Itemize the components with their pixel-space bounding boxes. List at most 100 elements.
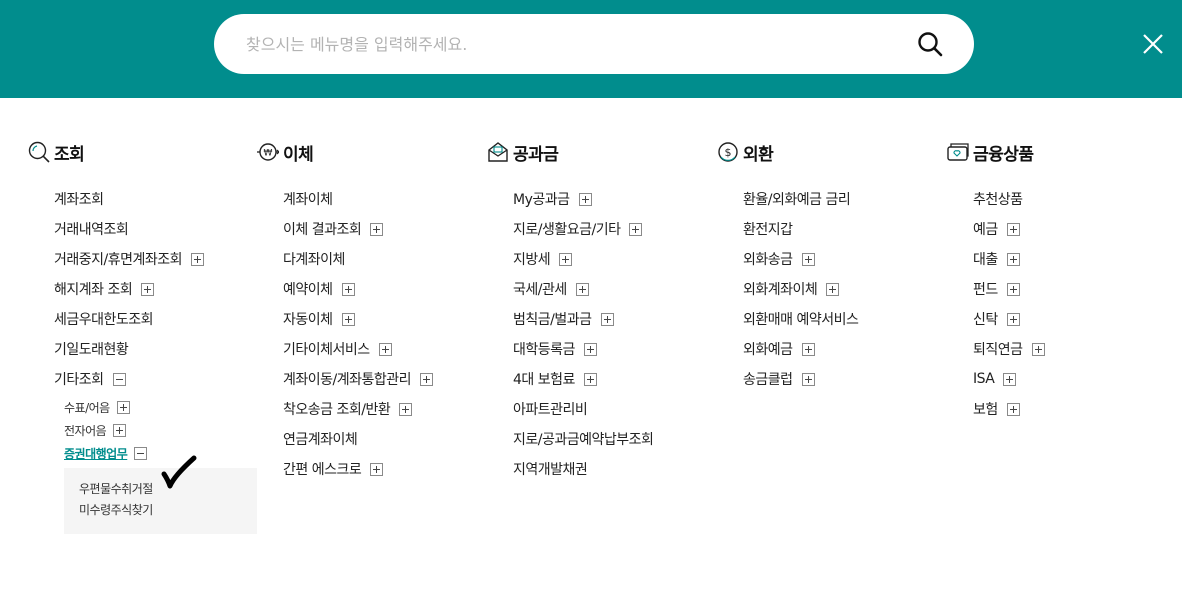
- column-title[interactable]: 외환: [743, 140, 774, 165]
- expand-icon[interactable]: [1003, 372, 1017, 386]
- submenu-item[interactable]: 수표/어음: [64, 396, 257, 419]
- expand-icon[interactable]: [559, 252, 573, 266]
- menu-item-label: 국세/관세: [513, 282, 567, 298]
- expand-icon[interactable]: [116, 401, 130, 414]
- menu-item[interactable]: 계좌조회: [54, 184, 257, 214]
- menu-item[interactable]: 대학등록금: [513, 334, 653, 364]
- expand-icon[interactable]: [600, 312, 614, 326]
- menu-item[interactable]: 거래내역조회: [54, 214, 257, 244]
- menu-item[interactable]: 세금우대한도조회: [54, 304, 257, 334]
- menu-item[interactable]: 4대 보험료: [513, 364, 653, 394]
- expand-icon[interactable]: [141, 282, 155, 296]
- menu-item[interactable]: 환전지갑: [743, 214, 858, 244]
- menu-item-label: 펀드: [973, 282, 998, 298]
- search-input[interactable]: [246, 14, 886, 74]
- menu-column-transfer: ₩ 이체 계좌이체 이체 결과조회 다계좌이체 예약이체 자동이체 기타이체서비…: [257, 140, 434, 484]
- expand-icon[interactable]: [1006, 222, 1020, 236]
- collapse-icon[interactable]: [112, 372, 126, 386]
- menu-item[interactable]: 펀드: [973, 274, 1045, 304]
- menu-item[interactable]: 지로/공과금예약납부조회: [513, 424, 654, 454]
- search-box: [214, 14, 974, 74]
- expand-icon[interactable]: [420, 372, 434, 386]
- menu-item[interactable]: 계좌이동/계좌통합관리: [283, 364, 434, 394]
- menu-item[interactable]: 계좌이체: [283, 184, 433, 214]
- menu-item[interactable]: 외화계좌이체: [743, 274, 858, 304]
- menu-item[interactable]: 착오송금 조회/반환: [283, 394, 433, 424]
- menu-column-products: 금융상품 추천상품 예금 대출 펀드 신탁 퇴직연금 ISA 보험: [947, 140, 1045, 424]
- expand-icon[interactable]: [370, 462, 384, 476]
- expand-icon[interactable]: [826, 282, 840, 296]
- menu-item[interactable]: 해지계좌 조회: [54, 274, 257, 304]
- expand-icon[interactable]: [341, 282, 355, 296]
- menu-item[interactable]: 추천상품: [973, 184, 1045, 214]
- menu-item[interactable]: 지역개발채권: [513, 454, 653, 484]
- menu-item[interactable]: 이체 결과조회: [283, 214, 433, 244]
- menu-item-label: 4대 보험료: [513, 372, 575, 388]
- expand-icon[interactable]: [378, 342, 392, 356]
- submenu-item[interactable]: 전자어음: [64, 419, 257, 442]
- menu-item-label: ISA: [973, 371, 995, 387]
- menu-item-label: 착오송금 조회/반환: [283, 402, 391, 418]
- expand-icon[interactable]: [370, 222, 384, 236]
- menu-item[interactable]: 보험: [973, 394, 1045, 424]
- expand-icon[interactable]: [801, 252, 815, 266]
- expand-icon[interactable]: [341, 312, 355, 326]
- column-title[interactable]: 공과금: [513, 140, 559, 165]
- menu-item[interactable]: 연금계좌이체: [283, 424, 433, 454]
- menu-item[interactable]: 외화예금: [743, 334, 858, 364]
- expand-icon[interactable]: [801, 342, 815, 356]
- expand-icon[interactable]: [399, 402, 413, 416]
- column-title[interactable]: 금융상품: [973, 140, 1034, 165]
- expand-icon[interactable]: [575, 282, 589, 296]
- menu-item[interactable]: 아파트관리비: [513, 394, 653, 424]
- menu-item[interactable]: 자동이체: [283, 304, 433, 334]
- close-icon[interactable]: [1141, 32, 1165, 56]
- menu-item[interactable]: 지로/생활요금/기타: [513, 214, 653, 244]
- menu-item-label: 이체 결과조회: [283, 222, 362, 238]
- menu-item[interactable]: 국세/관세: [513, 274, 653, 304]
- menu-item[interactable]: 퇴직연금: [973, 334, 1045, 364]
- expand-icon[interactable]: [578, 192, 592, 206]
- menu-item[interactable]: 기타이체서비스: [283, 334, 433, 364]
- svg-text:$: $: [725, 146, 732, 159]
- expand-icon[interactable]: [629, 222, 643, 236]
- menu-item[interactable]: 기일도래현황: [54, 334, 257, 364]
- menu-item-label: 세금우대한도조회: [54, 312, 154, 328]
- menu-item[interactable]: 환율/외화예금 금리: [743, 184, 858, 214]
- collapse-icon[interactable]: [134, 447, 148, 460]
- inquiry-icon: [28, 141, 50, 163]
- menu-item[interactable]: 송금클럽: [743, 364, 858, 394]
- expand-icon[interactable]: [191, 252, 205, 266]
- column-header: 공과금: [487, 140, 653, 165]
- expand-icon[interactable]: [1031, 342, 1045, 356]
- expand-icon[interactable]: [113, 424, 127, 437]
- menu-item-label: 거래내역조회: [54, 222, 129, 238]
- expand-icon[interactable]: [583, 372, 597, 386]
- column-title[interactable]: 조회: [54, 140, 85, 165]
- menu-item[interactable]: 예약이체: [283, 274, 433, 304]
- expand-icon[interactable]: [1006, 282, 1020, 296]
- search-icon[interactable]: [916, 30, 944, 58]
- expand-icon[interactable]: [1006, 402, 1020, 416]
- submenu-link[interactable]: 미수령주식찾기: [79, 499, 257, 520]
- column-title[interactable]: 이체: [283, 140, 314, 165]
- menu-item-label: 기타조회: [54, 372, 104, 388]
- expand-icon[interactable]: [801, 372, 815, 386]
- expand-icon[interactable]: [1006, 252, 1020, 266]
- menu-item[interactable]: 예금: [973, 214, 1045, 244]
- menu-item[interactable]: 다계좌이체: [283, 244, 433, 274]
- menu-item[interactable]: 외화송금: [743, 244, 858, 274]
- menu-item[interactable]: 외환매매 예약서비스: [743, 304, 859, 334]
- menu-item[interactable]: 기타조회: [54, 364, 257, 394]
- menu-item[interactable]: My공과금: [513, 184, 653, 214]
- menu-item-label: 환전지갑: [743, 222, 793, 238]
- menu-item[interactable]: 신탁: [973, 304, 1045, 334]
- menu-item[interactable]: 거래중지/휴면계좌조회: [54, 244, 257, 274]
- menu-item[interactable]: 간편 에스크로: [283, 454, 433, 484]
- menu-item[interactable]: 지방세: [513, 244, 653, 274]
- menu-item[interactable]: ISA: [973, 364, 1045, 394]
- expand-icon[interactable]: [583, 342, 597, 356]
- menu-item[interactable]: 대출: [973, 244, 1045, 274]
- expand-icon[interactable]: [1006, 312, 1020, 326]
- menu-item[interactable]: 범칙금/벌과금: [513, 304, 653, 334]
